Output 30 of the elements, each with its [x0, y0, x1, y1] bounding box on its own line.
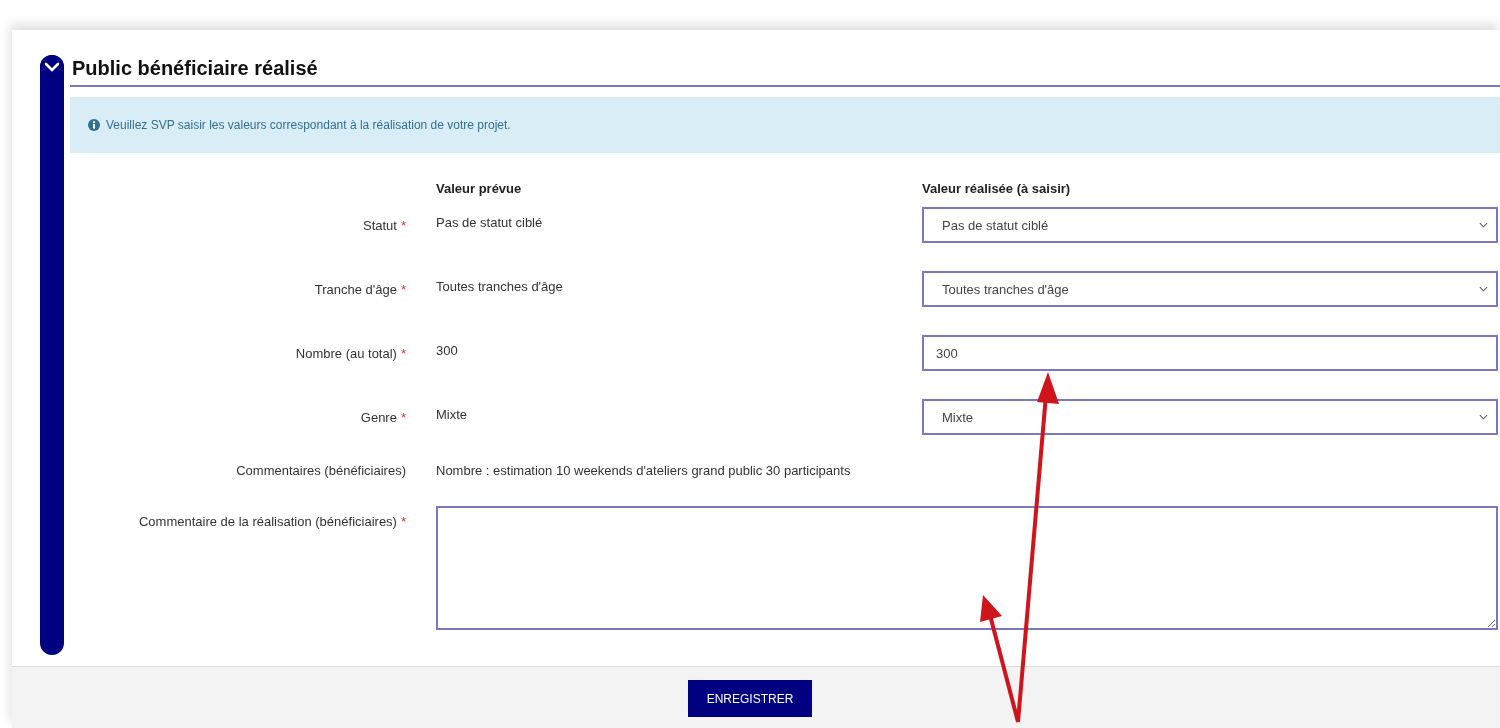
- column-header: Valeur prévue: [436, 180, 523, 196]
- required-mark: *: [400, 345, 406, 361]
- planned-value: Nombre : estimation 10 weekends d'ateliers grand public 30 participants: [436, 463, 851, 478]
- required-mark: *: [400, 281, 406, 297]
- caret-icon: [1479, 286, 1488, 292]
- caret-icon: [1479, 414, 1488, 420]
- field-label: Tranche d'âge: [314, 281, 397, 297]
- field-label: Nombre (au total): [295, 345, 397, 361]
- column-header: Valeur réalisée (à saisir): [922, 180, 1072, 196]
- comment-textarea[interactable]: [436, 506, 1498, 630]
- info-icon: [88, 119, 100, 131]
- planned-value: Pas de statut ciblé: [436, 215, 543, 230]
- caret-icon: [1479, 222, 1488, 228]
- dropdown-field[interactable]: Pas de statut ciblé: [922, 207, 1498, 243]
- required-mark: *: [400, 409, 406, 425]
- number-field[interactable]: 300: [922, 335, 1498, 371]
- field-label: Commentaires (bénéficiaires): [236, 463, 406, 478]
- save-button[interactable]: ENREGISTRER: [688, 680, 812, 717]
- field-label: Statut: [362, 217, 397, 233]
- info-text: Veuillez SVP saisir les valeurs correspondant à la réalisation de votre projet.: [106, 118, 511, 132]
- section-title: Public bénéficiaire réalisé: [70, 55, 1500, 87]
- dropdown-field[interactable]: Mixte: [922, 399, 1498, 435]
- planned-value: Toutes tranches d'âge: [436, 279, 563, 294]
- dropdown-field[interactable]: Toutes tranches d'âge: [922, 271, 1498, 307]
- field-label: Genre: [360, 409, 397, 425]
- required-mark: *: [400, 217, 406, 233]
- planned-value: 300: [436, 343, 458, 358]
- field-label: Commentaire de la réalisation (bénéficiaires): [139, 514, 397, 529]
- required-mark: *: [400, 514, 406, 529]
- planned-value: Mixte: [436, 407, 468, 422]
